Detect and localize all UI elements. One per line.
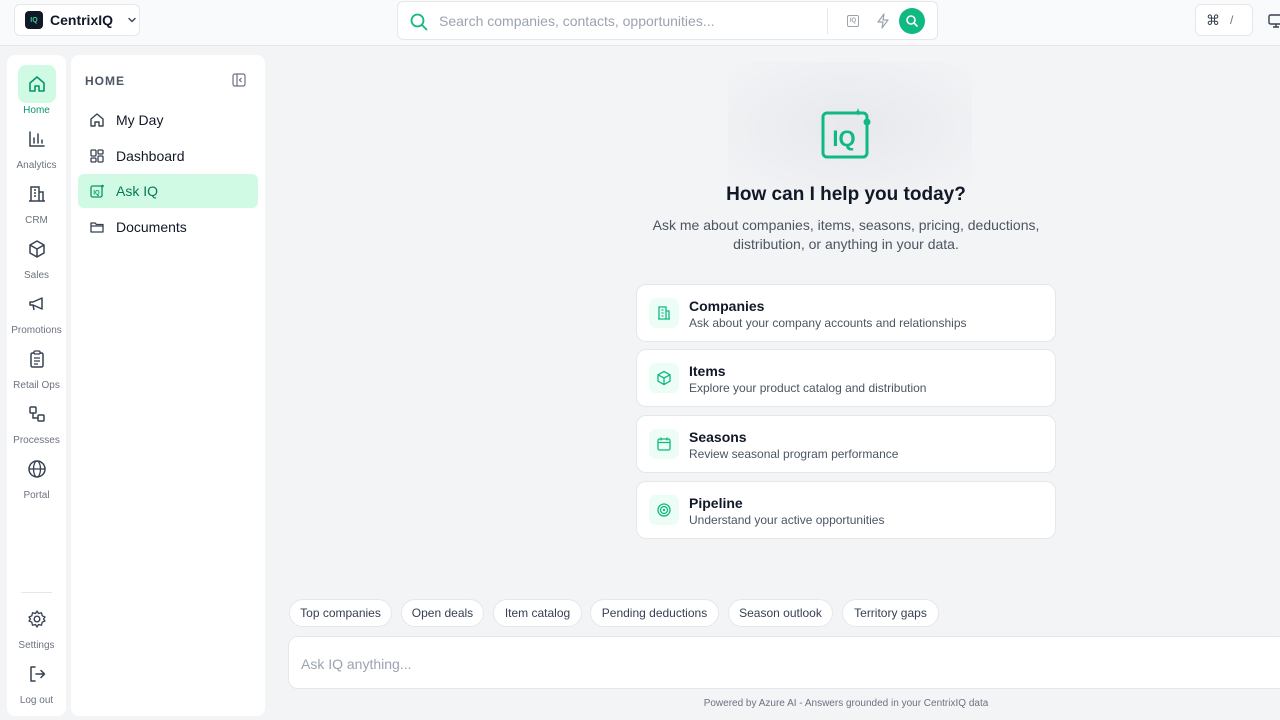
rail-item-home[interactable]: Home [7,65,66,117]
rail-label: Log out [19,695,54,706]
nav-item-ask-iq[interactable]: IQ Ask IQ [78,174,258,208]
rail-item-crm[interactable]: CRM [7,175,66,227]
rail-label: Promotions [11,325,62,336]
rail-item-processes[interactable]: Processes [7,395,66,447]
divider [827,8,828,34]
card-description: Understand your active opportunities [689,513,885,527]
folder-icon [89,219,105,235]
app-logo: IQ [25,11,43,29]
suggestion-card-seasons[interactable]: Seasons Review seasonal program performa… [636,415,1056,473]
shortcut-key: / [1230,13,1234,27]
rail-label: CRM [25,215,48,226]
svg-text:IQ: IQ [93,191,100,197]
suggestion-card-pipeline[interactable]: Pipeline Understand your active opportun… [636,481,1056,539]
rail-item-retail-ops[interactable]: Retail Ops [7,340,66,392]
card-title: Pipeline [689,495,743,511]
nav-label: Ask IQ [116,183,159,199]
svg-text:IQ: IQ [832,126,855,151]
hero-title: How can I help you today? [726,184,966,205]
collapse-sidebar-icon[interactable] [232,73,246,87]
nav-item-documents[interactable]: Documents [78,210,258,244]
box-icon [18,230,56,268]
workspace-name: CentrixIQ [50,12,114,28]
card-title: Seasons [689,429,747,445]
suggestion-card-items[interactable]: Items Explore your product catalog and d… [636,349,1056,407]
nav-item-my-day[interactable]: My Day [78,103,258,137]
workflow-icon [18,395,56,433]
rail-label: Processes [13,435,60,446]
target-icon [649,495,679,525]
global-search: IQ [397,1,938,40]
box-icon [649,363,679,393]
card-description: Explore your product catalog and distrib… [689,381,927,395]
home-icon [89,112,105,128]
rail-item-portal[interactable]: Portal [7,450,66,502]
grid-icon [89,148,105,164]
calendar-icon [649,429,679,459]
divider [21,592,52,593]
rail-item-promotions[interactable]: Promotions [7,285,66,337]
quick-prompt-chip[interactable]: Season outlook [728,599,833,627]
rail-item-sales[interactable]: Sales [7,230,66,282]
section-title: HOME [85,74,125,88]
bolt-icon[interactable] [876,13,890,29]
top-bar: IQ CentrixIQ IQ ⌘ / [0,0,1280,46]
building-icon [649,298,679,328]
rail-label: Sales [23,270,49,281]
gear-icon [18,600,56,638]
hero-subtitle: Ask me about companies, items, seasons, … [652,217,1040,252]
rail-label: Retail Ops [13,380,60,391]
card-description: Review seasonal program performance [689,447,899,461]
chevron-down-icon [126,14,138,26]
suggestion-card-companies[interactable]: Companies Ask about your company account… [636,284,1056,342]
search-submit-button[interactable] [899,8,925,34]
ask-iq-icon[interactable]: IQ [847,15,859,27]
secondary-nav: HOME My Day Dashboard IQ Ask IQ Document… [71,55,265,716]
globe-icon [18,450,56,488]
rail-label: Home [23,105,50,116]
search-input[interactable] [439,10,819,32]
building-icon [18,175,56,213]
home-icon [17,65,56,103]
iq-icon: IQ [89,183,105,199]
quick-prompt-chip[interactable]: Pending deductions [590,599,719,627]
quick-prompt-chip[interactable]: Open deals [401,599,484,627]
nav-item-dashboard[interactable]: Dashboard [78,139,258,173]
command-palette-button[interactable]: ⌘ / [1195,4,1253,36]
rail-label: Analytics [16,160,57,171]
primary-rail: Home Analytics CRM Sales Promotions Reta… [7,55,66,716]
card-title: Companies [689,298,765,314]
rail-item-logout[interactable]: Log out [7,655,66,707]
ask-iq-logo: IQ [820,108,874,162]
ask-iq-composer [288,636,1280,689]
monitor-icon[interactable] [1268,13,1280,29]
logout-icon [18,655,56,693]
bar-chart-icon [18,120,56,158]
powered-by-note: Powered by Azure AI - Answers grounded i… [703,698,989,709]
nav-label: Documents [116,219,187,235]
workspace-switcher[interactable]: IQ CentrixIQ [14,4,140,36]
card-title: Items [689,363,726,379]
rail-item-analytics[interactable]: Analytics [7,120,66,172]
quick-prompt-chip[interactable]: Item catalog [493,599,582,627]
rail-label: Settings [18,640,55,651]
search-icon [409,12,429,32]
quick-prompt-chip[interactable]: Top companies [289,599,392,627]
command-key-icon: ⌘ [1206,11,1220,28]
rail-label: Portal [23,490,50,501]
nav-label: Dashboard [116,148,185,164]
ask-iq-input[interactable] [301,653,1201,675]
nav-label: My Day [116,112,164,128]
rail-item-settings[interactable]: Settings [7,600,66,652]
megaphone-icon [18,285,56,323]
card-description: Ask about your company accounts and rela… [689,316,967,330]
quick-prompt-chip[interactable]: Territory gaps [842,599,939,627]
clipboard-icon [18,340,56,378]
